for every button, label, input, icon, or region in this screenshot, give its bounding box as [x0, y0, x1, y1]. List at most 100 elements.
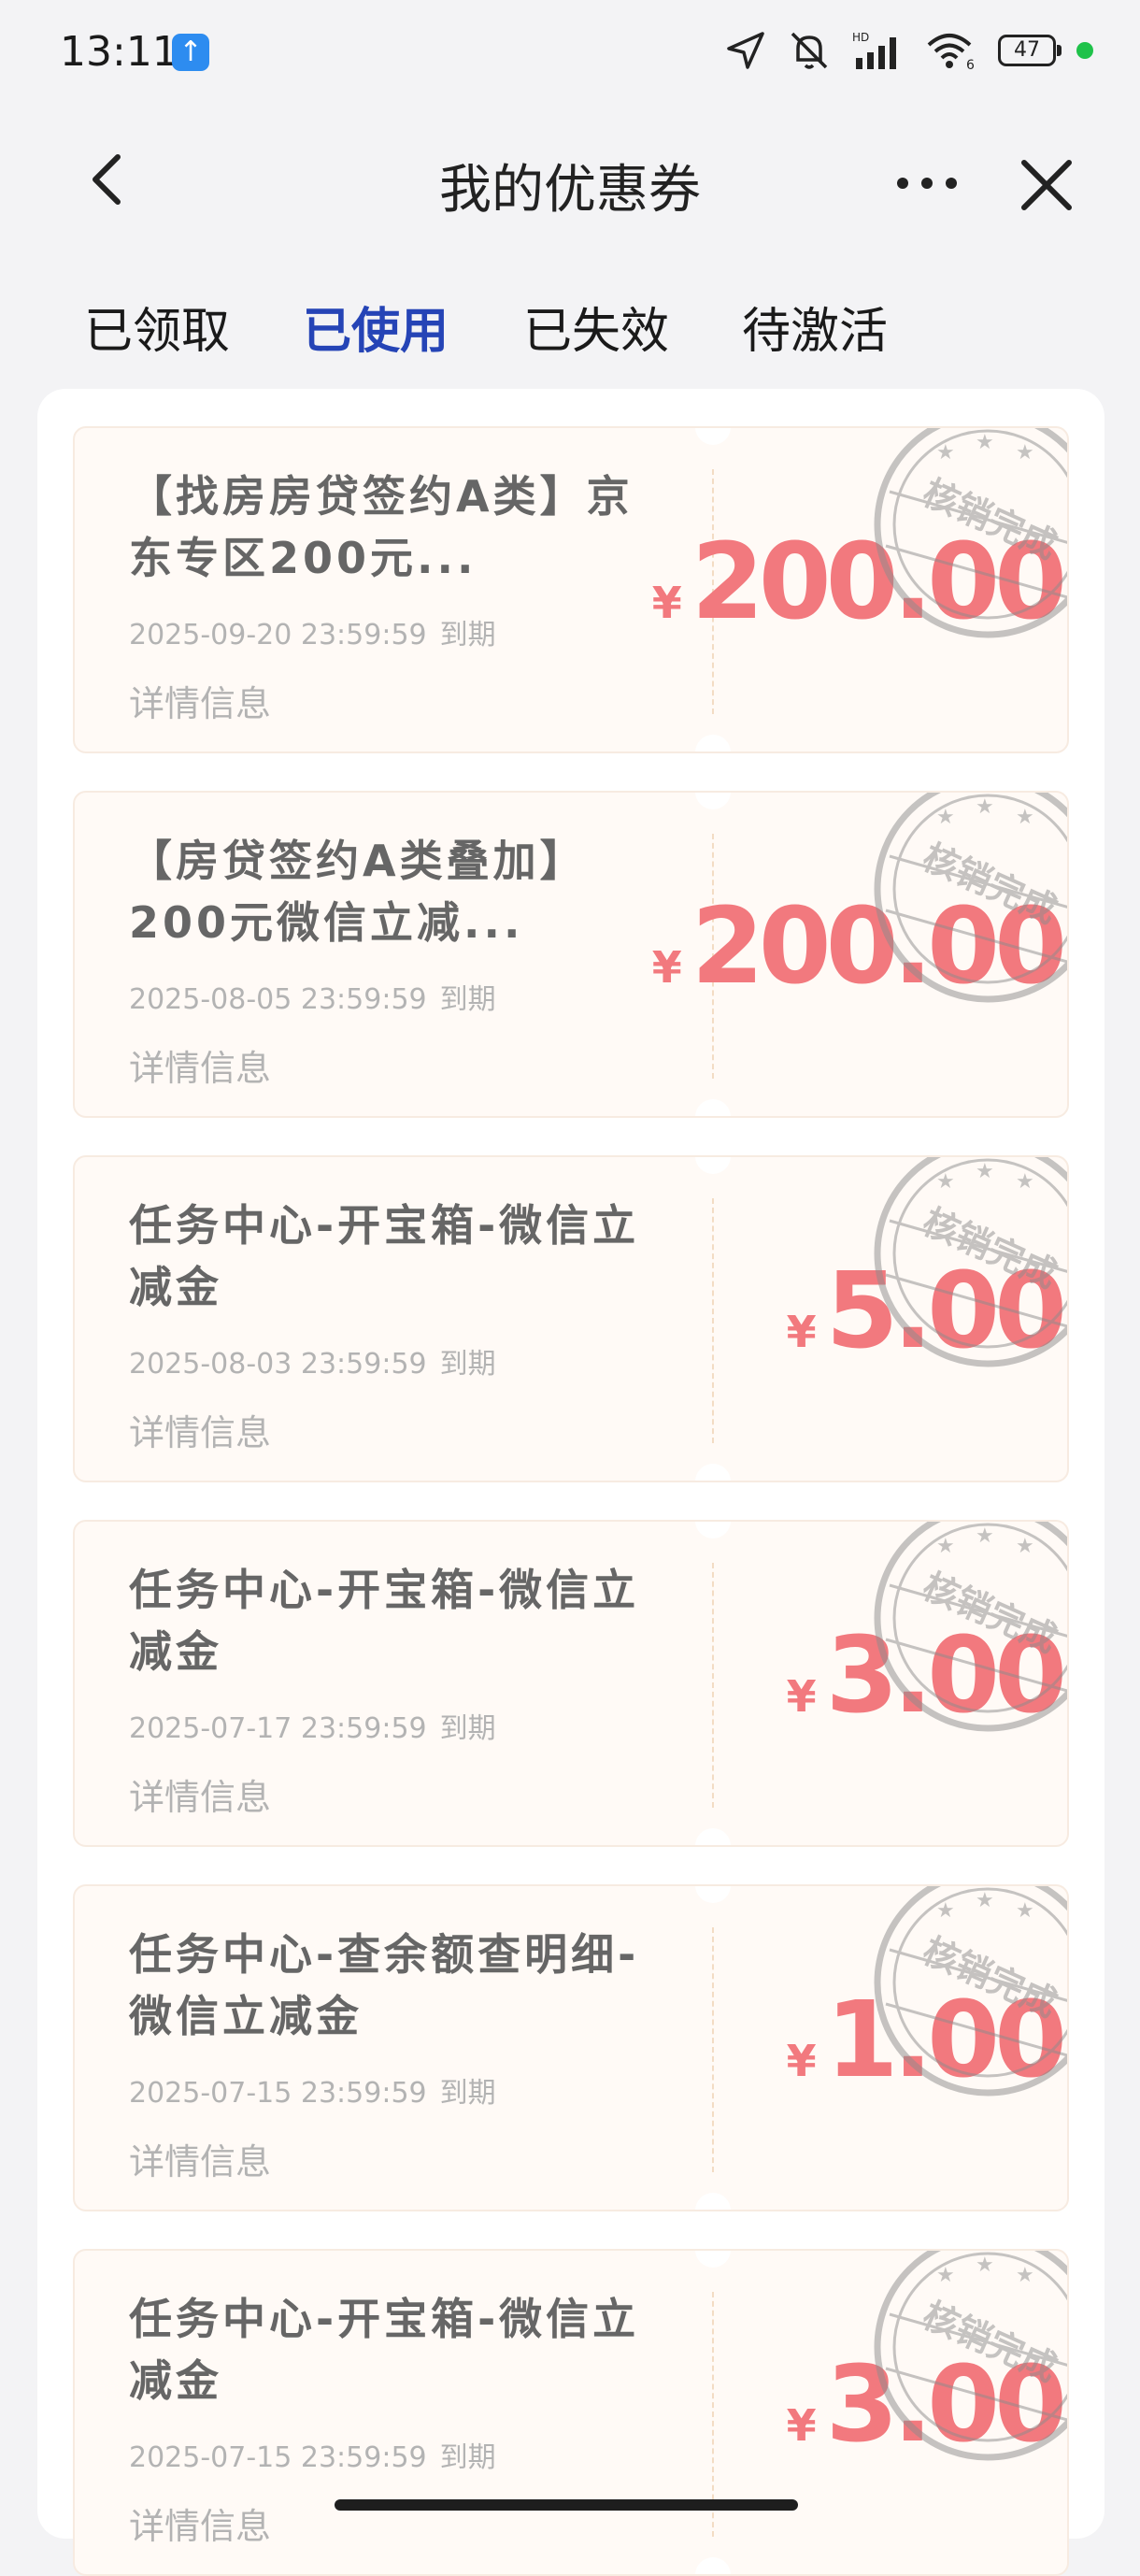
- coupon-expiry-date: 2025-08-05 23:59:59: [129, 983, 427, 1016]
- svg-text:★: ★: [976, 1524, 994, 1548]
- signal-icon: HD: [852, 31, 896, 69]
- svg-text:★: ★: [1016, 1535, 1034, 1558]
- coupon-details-link[interactable]: 详情信息: [129, 2133, 271, 2184]
- svg-text:核销完成: 核销完成: [917, 2295, 1063, 2390]
- ticket-notch: [695, 735, 731, 751]
- nav-bar: 我的优惠券: [0, 112, 1140, 252]
- redeemed-stamp-icon: ★ ★ ★ 核销完成: [874, 2251, 1067, 2461]
- coupon-title: 【房贷签约A类叠加】200元微信立减...: [129, 836, 587, 948]
- svg-text:★: ★: [936, 441, 955, 465]
- coupon-expiry: 2025-09-20 23:59:59 到期: [129, 611, 496, 652]
- close-icon[interactable]: [1013, 151, 1080, 219]
- coupon-expiry: 2025-07-17 23:59:59 到期: [129, 1705, 496, 1746]
- tab-used[interactable]: 已使用: [303, 292, 449, 362]
- coupon-details-link[interactable]: 详情信息: [129, 1768, 271, 1820]
- tab-pending-activation[interactable]: 待激活: [742, 292, 888, 362]
- coupon-expiry-suffix: 到期: [439, 1348, 496, 1381]
- ticket-notch: [695, 793, 731, 809]
- svg-text:★: ★: [1016, 2264, 1034, 2287]
- svg-text:核销完成: 核销完成: [917, 1201, 1063, 1296]
- redeemed-stamp-icon: ★ ★ ★ 核销完成: [874, 428, 1067, 638]
- tab-expired[interactable]: 已失效: [523, 292, 669, 362]
- currency-symbol: ¥: [651, 578, 682, 628]
- coupon-card[interactable]: 任务中心-开宝箱-微信立减金 2025-07-17 23:59:59 到期 详情信…: [73, 1520, 1069, 1847]
- privacy-indicator-dot: [1076, 42, 1093, 59]
- coupon-title: 【找房房贷签约A类】京东专区200元...: [129, 471, 634, 583]
- coupon-expiry: 2025-07-15 23:59:59 到期: [129, 2434, 496, 2475]
- currency-symbol: ¥: [786, 1307, 817, 1357]
- status-bar: 13:11 ↑ HD 6 47: [0, 0, 1140, 112]
- ticket-divider: [712, 1927, 714, 2172]
- svg-text:★: ★: [1016, 1899, 1034, 1923]
- ticket-notch: [695, 1099, 731, 1116]
- mute-bell-icon: [791, 32, 828, 69]
- home-indicator: [335, 2499, 798, 2511]
- svg-text:核销完成: 核销完成: [917, 1566, 1063, 1661]
- ticket-notch: [695, 2557, 731, 2574]
- svg-text:★: ★: [936, 806, 955, 829]
- tab-received[interactable]: 已领取: [84, 292, 230, 362]
- svg-text:★: ★: [936, 1899, 955, 1923]
- wifi-icon: 6: [927, 34, 975, 71]
- svg-text:6: 6: [966, 58, 975, 71]
- coupon-title: 任务中心-开宝箱-微信立减金: [129, 1565, 640, 1677]
- svg-text:★: ★: [936, 2264, 955, 2287]
- coupon-card[interactable]: 【房贷签约A类叠加】200元微信立减... 2025-08-05 23:59:5…: [73, 791, 1069, 1118]
- svg-text:★: ★: [936, 1535, 955, 1558]
- coupon-expiry-date: 2025-07-17 23:59:59: [129, 1712, 427, 1745]
- svg-text:★: ★: [976, 795, 994, 819]
- coupon-title: 任务中心-查余额查明细-微信立减金: [129, 1929, 640, 2041]
- coupon-expiry: 2025-07-15 23:59:59 到期: [129, 2069, 496, 2111]
- redeemed-stamp-icon: ★ ★ ★ 核销完成: [874, 1522, 1067, 1732]
- page-title: 我的优惠券: [439, 160, 701, 221]
- currency-symbol: ¥: [786, 2400, 817, 2451]
- coupon-details-link[interactable]: 详情信息: [129, 675, 271, 726]
- svg-text:★: ★: [936, 1170, 955, 1194]
- coupon-expiry-date: 2025-09-20 23:59:59: [129, 619, 427, 651]
- status-time: 13:11: [60, 28, 178, 76]
- coupon-expiry-date: 2025-08-03 23:59:59: [129, 1348, 427, 1381]
- svg-text:★: ★: [976, 1160, 994, 1183]
- ticket-notch: [695, 2193, 731, 2210]
- coupon-expiry: 2025-08-03 23:59:59 到期: [129, 1340, 496, 1381]
- coupon-expiry-suffix: 到期: [439, 983, 496, 1016]
- coupon-expiry-suffix: 到期: [439, 2077, 496, 2110]
- coupon-details-link[interactable]: 详情信息: [129, 2497, 271, 2549]
- coupon-details-link[interactable]: 详情信息: [129, 1404, 271, 1455]
- back-icon[interactable]: [78, 150, 138, 209]
- svg-text:核销完成: 核销完成: [917, 837, 1063, 932]
- coupon-expiry-suffix: 到期: [439, 619, 496, 651]
- status-icons: HD 6 47: [725, 28, 1093, 73]
- ticket-notch: [695, 428, 731, 445]
- svg-text:核销完成: 核销完成: [917, 1930, 1063, 2025]
- ticket-divider: [712, 1198, 714, 1443]
- ticket-notch: [695, 1464, 731, 1481]
- currency-symbol: ¥: [651, 942, 682, 993]
- coupon-card[interactable]: 任务中心-查余额查明细-微信立减金 2025-07-15 23:59:59 到期 …: [73, 1884, 1069, 2211]
- coupon-status-tabs: 已领取 已使用 已失效 待激活: [0, 271, 1140, 374]
- svg-text:★: ★: [1016, 806, 1034, 829]
- redeemed-stamp-icon: ★ ★ ★ 核销完成: [874, 1157, 1067, 1367]
- coupon-card[interactable]: 任务中心-开宝箱-微信立减金 2025-08-03 23:59:59 到期 详情信…: [73, 1155, 1069, 1482]
- ticket-notch: [695, 1522, 731, 1538]
- redeemed-stamp-icon: ★ ★ ★ 核销完成: [874, 793, 1067, 1003]
- coupon-expiry-suffix: 到期: [439, 1712, 496, 1745]
- coupon-card[interactable]: 【找房房贷签约A类】京东专区200元... 2025-09-20 23:59:5…: [73, 426, 1069, 753]
- battery-icon: 47: [998, 35, 1062, 66]
- coupon-card[interactable]: 任务中心-开宝箱-微信立减金 2025-07-15 23:59:59 到期 详情信…: [73, 2249, 1069, 2576]
- redeemed-stamp-icon: ★ ★ ★ 核销完成: [874, 1886, 1067, 2097]
- ticket-notch: [695, 1886, 731, 1903]
- ticket-notch: [695, 2251, 731, 2268]
- coupon-details-link[interactable]: 详情信息: [129, 1039, 271, 1091]
- coupon-expiry-date: 2025-07-15 23:59:59: [129, 2441, 427, 2474]
- svg-text:★: ★: [976, 431, 994, 454]
- ticket-divider: [712, 1563, 714, 1808]
- currency-symbol: ¥: [786, 2036, 817, 2086]
- svg-text:HD: HD: [852, 31, 869, 44]
- coupon-expiry-date: 2025-07-15 23:59:59: [129, 2077, 427, 2110]
- more-icon[interactable]: [890, 153, 964, 213]
- svg-text:★: ★: [1016, 441, 1034, 465]
- location-icon: [727, 32, 764, 69]
- svg-text:核销完成: 核销完成: [917, 472, 1063, 567]
- currency-symbol: ¥: [786, 1671, 817, 1722]
